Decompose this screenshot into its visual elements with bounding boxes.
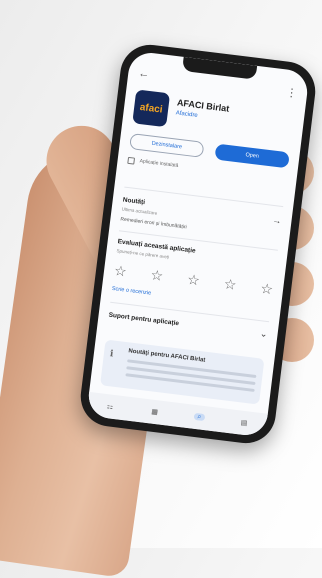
info-icon <box>127 156 136 165</box>
divider <box>124 186 284 208</box>
install-note-text: Aplicație instalată <box>139 158 179 169</box>
nav-apps[interactable]: ▦ <box>142 407 167 418</box>
more-options-icon[interactable]: ⋮ <box>285 86 298 100</box>
open-button[interactable]: Open <box>214 143 290 169</box>
write-review-link[interactable]: Scrie o recenzie <box>112 286 152 297</box>
star-icon[interactable]: ☆ <box>186 271 200 288</box>
card-info-icon: ℹ <box>109 348 115 359</box>
whats-new-subtitle: Ultima actualizare <box>121 206 158 216</box>
chevron-down-icon[interactable]: ⌄ <box>259 328 268 340</box>
nav-games[interactable]: ⚏ <box>98 401 123 412</box>
whats-new-arrow-icon[interactable]: → <box>272 215 282 226</box>
search-icon: ⌕ <box>193 412 206 422</box>
app-logo: afaci <box>132 89 171 128</box>
uninstall-button[interactable]: Dezinstalare <box>129 133 205 158</box>
star-icon[interactable]: ☆ <box>150 267 164 284</box>
whats-new-text: Remedieri erori și îmbunătățiri <box>120 216 187 231</box>
apps-icon: ▦ <box>150 408 159 417</box>
app-support-title: Suport pentru aplicație <box>108 311 180 328</box>
star-icon[interactable]: ☆ <box>260 280 274 297</box>
games-icon: ⚏ <box>106 403 114 411</box>
star-icon[interactable]: ☆ <box>113 262 127 279</box>
phone-screen: ← ⋮ afaci AFACI Birlat Afacidre Dezinsta… <box>86 50 310 438</box>
app-developer-link[interactable]: Afacidre <box>175 110 198 119</box>
whats-new-title: Noutăți <box>122 196 146 207</box>
star-icon[interactable]: ☆ <box>223 276 237 293</box>
back-arrow-icon[interactable]: ← <box>138 68 150 81</box>
nav-search[interactable]: ⌕ <box>187 412 212 423</box>
nav-books[interactable]: ▤ <box>232 418 257 429</box>
info-card: ℹ Noutăți pentru AFACI Birlat <box>100 339 265 405</box>
books-icon: ▤ <box>240 419 248 428</box>
